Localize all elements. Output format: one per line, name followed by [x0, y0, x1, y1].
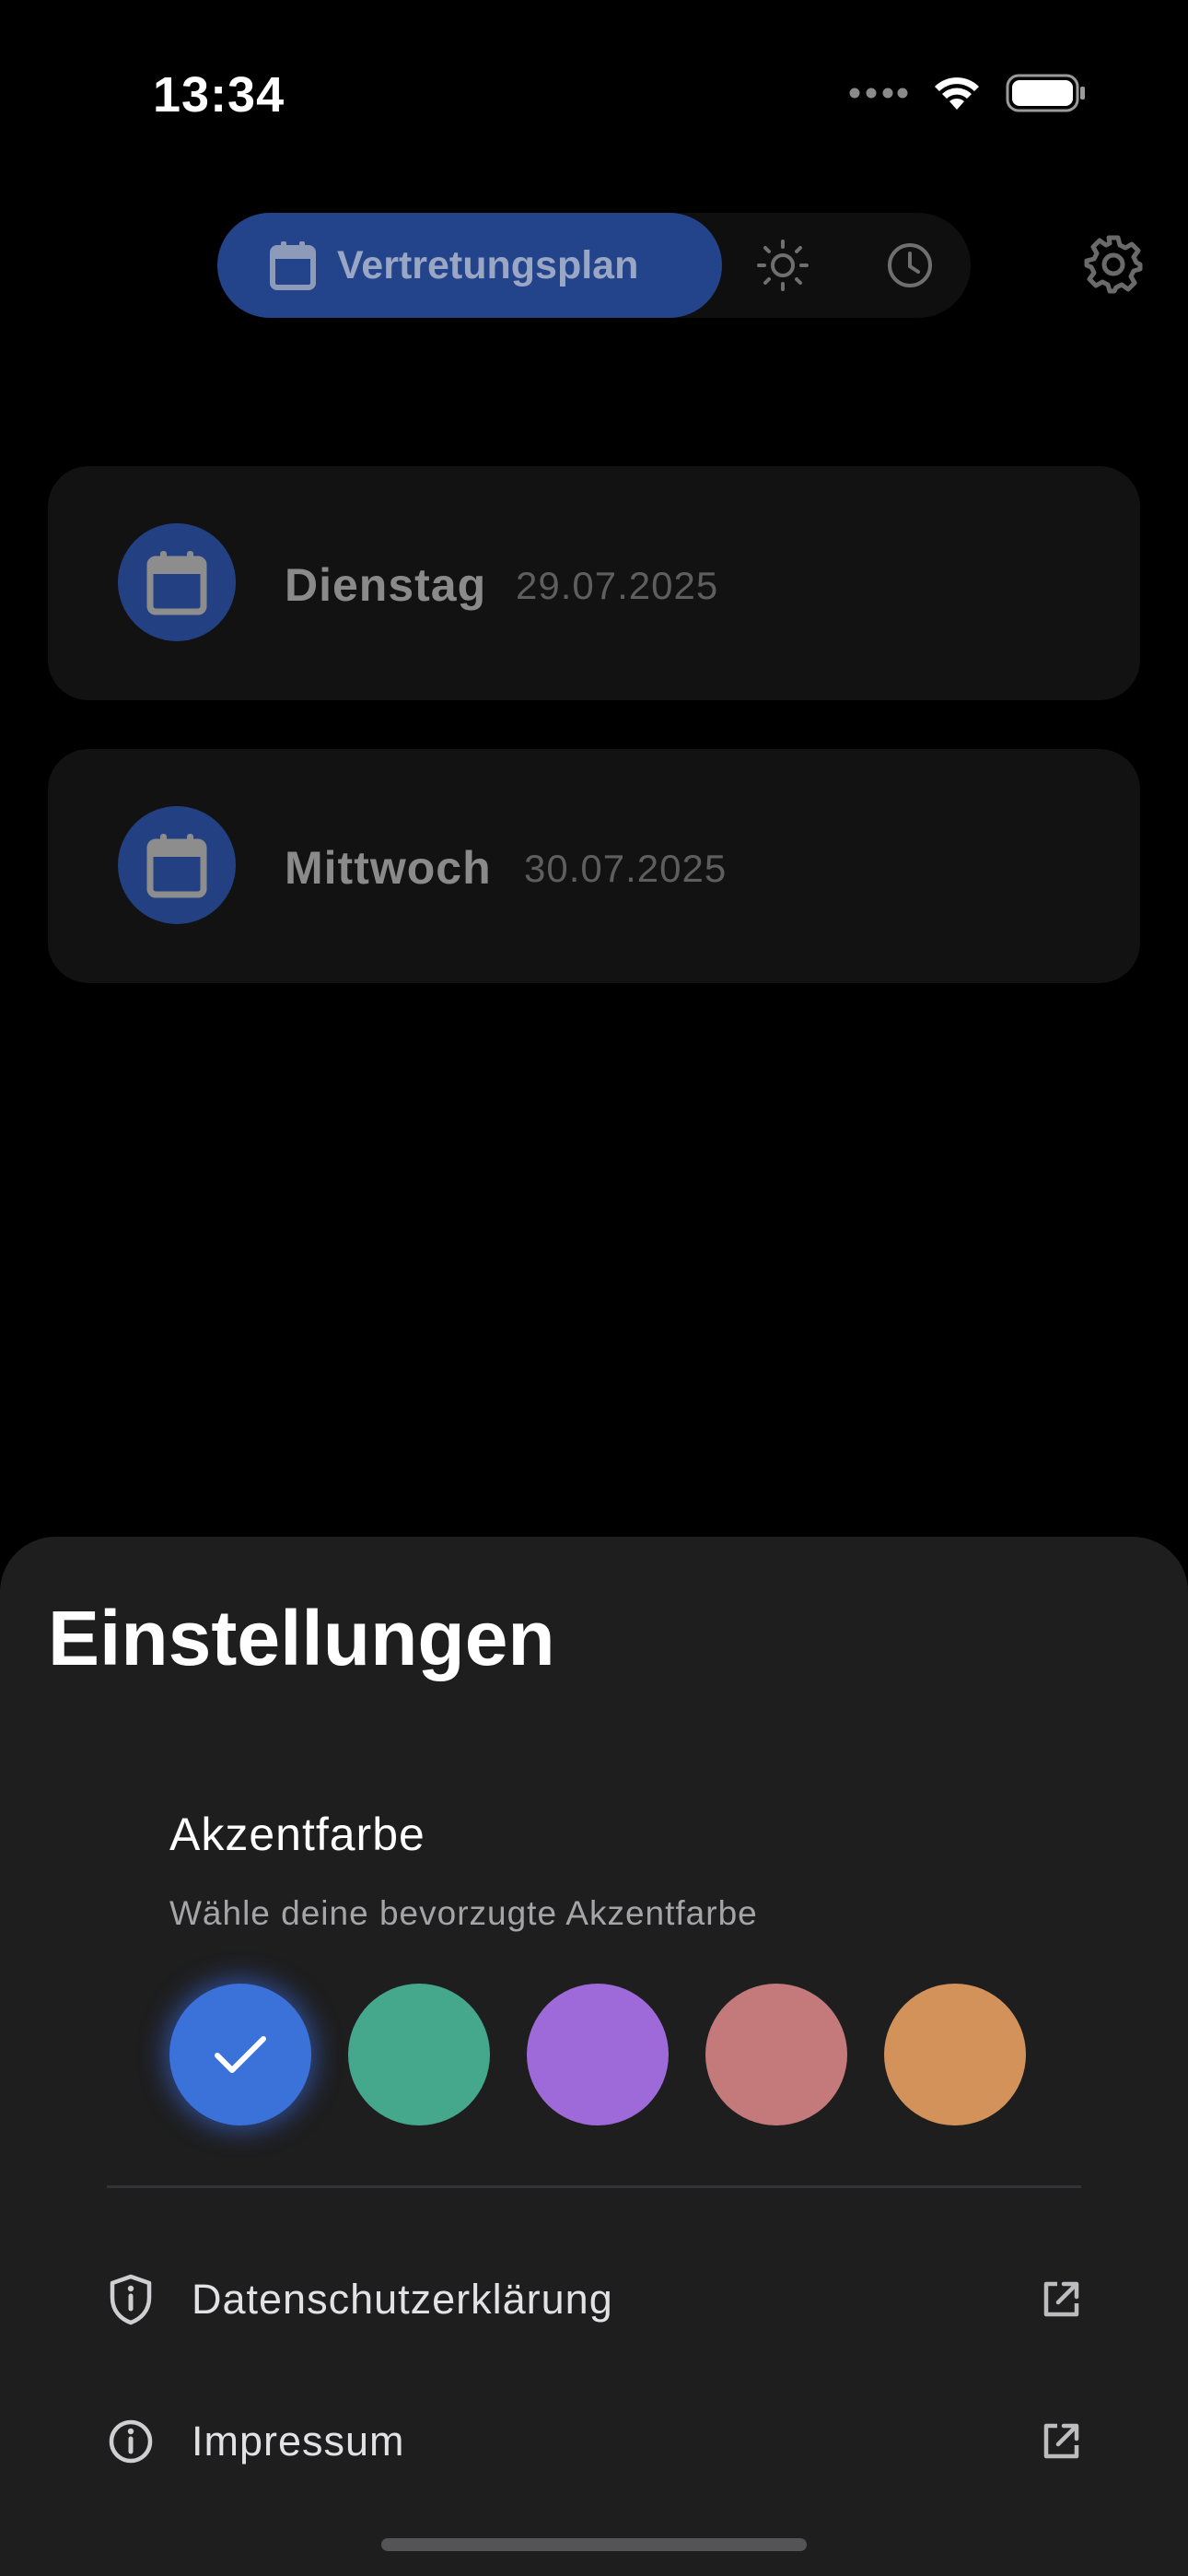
day-avatar [118, 523, 236, 641]
accent-color-swatch[interactable] [705, 1984, 847, 2125]
status-icons [849, 74, 1087, 112]
day-card[interactable]: Mittwoch 30.07.2025 [48, 749, 1140, 983]
accent-color-swatch[interactable] [348, 1984, 490, 2125]
calendar-icon [146, 834, 207, 898]
external-link-icon [1043, 2281, 1079, 2317]
sun-icon [757, 240, 809, 291]
status-time: 13:34 [153, 67, 285, 123]
day-avatar [118, 806, 236, 924]
battery-icon [1006, 74, 1085, 112]
calendar-icon [269, 240, 317, 291]
day-name: Dienstag [285, 559, 487, 611]
tab-vertretungsplan[interactable]: Vertretungsplan [217, 213, 722, 318]
checkmark-icon [215, 2036, 266, 2073]
day-date: 30.07.2025 [524, 847, 728, 890]
info-icon [109, 2419, 153, 2464]
divider [107, 2185, 1081, 2188]
external-link-icon [1043, 2423, 1079, 2459]
calendar-icon [146, 551, 207, 615]
gear-icon [1084, 235, 1143, 294]
sheet-title: Einstellungen [48, 1595, 555, 1681]
home-indicator [381, 2538, 807, 2551]
wifi-icon [935, 77, 979, 110]
privacy-policy-link[interactable]: Datenschutzerklärung [107, 2244, 1081, 2355]
day-card[interactable]: Dienstag 29.07.2025 [48, 466, 1140, 700]
impressum-label: Impressum [192, 2418, 405, 2465]
accent-color-swatch[interactable] [527, 1984, 669, 2125]
settings-button[interactable] [1083, 234, 1144, 299]
accent-title: Akzentfarbe [169, 1809, 425, 1860]
tab-sun[interactable] [755, 238, 810, 298]
tab-clock[interactable] [882, 238, 938, 298]
day-name: Mittwoch [285, 842, 492, 894]
privacy-policy-label: Datenschutzerklärung [192, 2276, 613, 2323]
accent-color-swatch[interactable] [169, 1984, 311, 2125]
accent-subtitle: Wähle deine bevorzugte Akzentfarbe [169, 1894, 758, 1932]
tab-vertretungsplan-label: Vertretungsplan [337, 242, 639, 287]
day-date: 29.07.2025 [516, 564, 719, 607]
impressum-link[interactable]: Impressum [107, 2386, 1081, 2497]
shield-info-icon [110, 2274, 152, 2325]
accent-color-swatch[interactable] [884, 1984, 1026, 2125]
clock-icon [888, 243, 932, 287]
signal-dots-icon [849, 88, 908, 99]
accent-color-picker [169, 1984, 1026, 2125]
